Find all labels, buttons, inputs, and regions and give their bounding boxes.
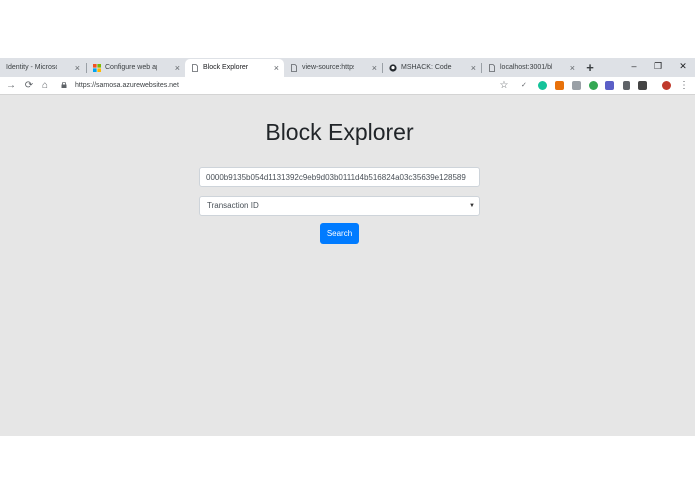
browser-window: Identity - Microsoft Azure × Configure w… (0, 58, 695, 436)
maximize-icon[interactable]: ❐ (646, 58, 670, 75)
tab-title: Identity - Microsoft Azure (6, 64, 57, 71)
new-tab-button[interactable]: + (583, 58, 597, 77)
menu-dots-icon[interactable]: ⋮ (677, 77, 691, 95)
forward-arrow-icon[interactable]: → (4, 77, 18, 95)
page-content: Block Explorer Transaction ID ▼ Search (0, 95, 695, 436)
tab-block-explorer[interactable]: Block Explorer × (185, 59, 284, 77)
tab-identity[interactable]: Identity - Microsoft Azure × (0, 59, 85, 77)
document-icon (192, 64, 198, 72)
github-icon (389, 64, 397, 72)
tab-close-icon[interactable]: × (175, 59, 180, 77)
document-icon (291, 64, 297, 72)
tab-close-icon[interactable]: × (570, 59, 575, 77)
search-type-select[interactable]: Transaction ID ▼ (199, 196, 480, 216)
page-title: Block Explorer (265, 119, 414, 145)
lock-icon[interactable] (61, 82, 67, 88)
tab-title: Configure web apps - Azure (105, 64, 157, 71)
transaction-id-input[interactable] (199, 167, 480, 187)
checkmark-extension-icon[interactable]: ✓ (521, 81, 530, 90)
tab-title: view-source:https://samosa.azurewebsites… (302, 64, 354, 71)
extension-gray-icon[interactable] (572, 81, 581, 90)
tab-localhost[interactable]: localhost:3001/blockchain × (482, 59, 580, 77)
close-window-icon[interactable]: ✕ (671, 58, 695, 75)
browser-toolbar: → ⟳ ⌂ https://samosa.azurewebsites.net ☆… (0, 77, 695, 95)
tab-close-icon[interactable]: × (75, 59, 80, 77)
microsoft-logo-icon (93, 64, 101, 72)
tab-configure-web-apps[interactable]: Configure web apps - Azure × (87, 59, 185, 77)
home-icon[interactable]: ⌂ (38, 77, 52, 95)
bookmark-star-icon[interactable]: ☆ (497, 77, 511, 95)
teams-extension-icon[interactable] (605, 81, 614, 90)
search-type-selected: Transaction ID (207, 201, 259, 210)
extension-orange-icon[interactable] (555, 81, 564, 90)
evernote-extension-icon[interactable] (589, 81, 598, 90)
search-button[interactable]: Search (320, 223, 359, 244)
chevron-down-icon: ▼ (469, 203, 475, 209)
tab-mshack[interactable]: MSHACK: Code for India × (383, 59, 481, 77)
tab-view-source[interactable]: view-source:https://samosa.azurewebsites… (284, 59, 382, 77)
tab-title: MSHACK: Code for India (401, 64, 453, 71)
tab-title: Block Explorer (203, 64, 249, 71)
reload-icon[interactable]: ⟳ (22, 77, 36, 95)
address-bar[interactable]: https://samosa.azurewebsites.net (75, 77, 179, 95)
extension-m-icon[interactable] (638, 81, 647, 90)
grammarly-extension-icon[interactable] (538, 81, 547, 90)
tab-close-icon[interactable]: × (372, 59, 377, 77)
tab-strip: Identity - Microsoft Azure × Configure w… (0, 58, 695, 77)
tab-title: localhost:3001/blockchain (500, 64, 552, 71)
minimize-icon[interactable]: – (622, 58, 646, 75)
document-icon (489, 64, 495, 72)
avatar[interactable] (662, 81, 671, 90)
tab-close-icon[interactable]: × (471, 59, 476, 77)
bookmark-extension-icon[interactable] (623, 81, 630, 90)
tab-close-icon[interactable]: × (274, 59, 279, 77)
